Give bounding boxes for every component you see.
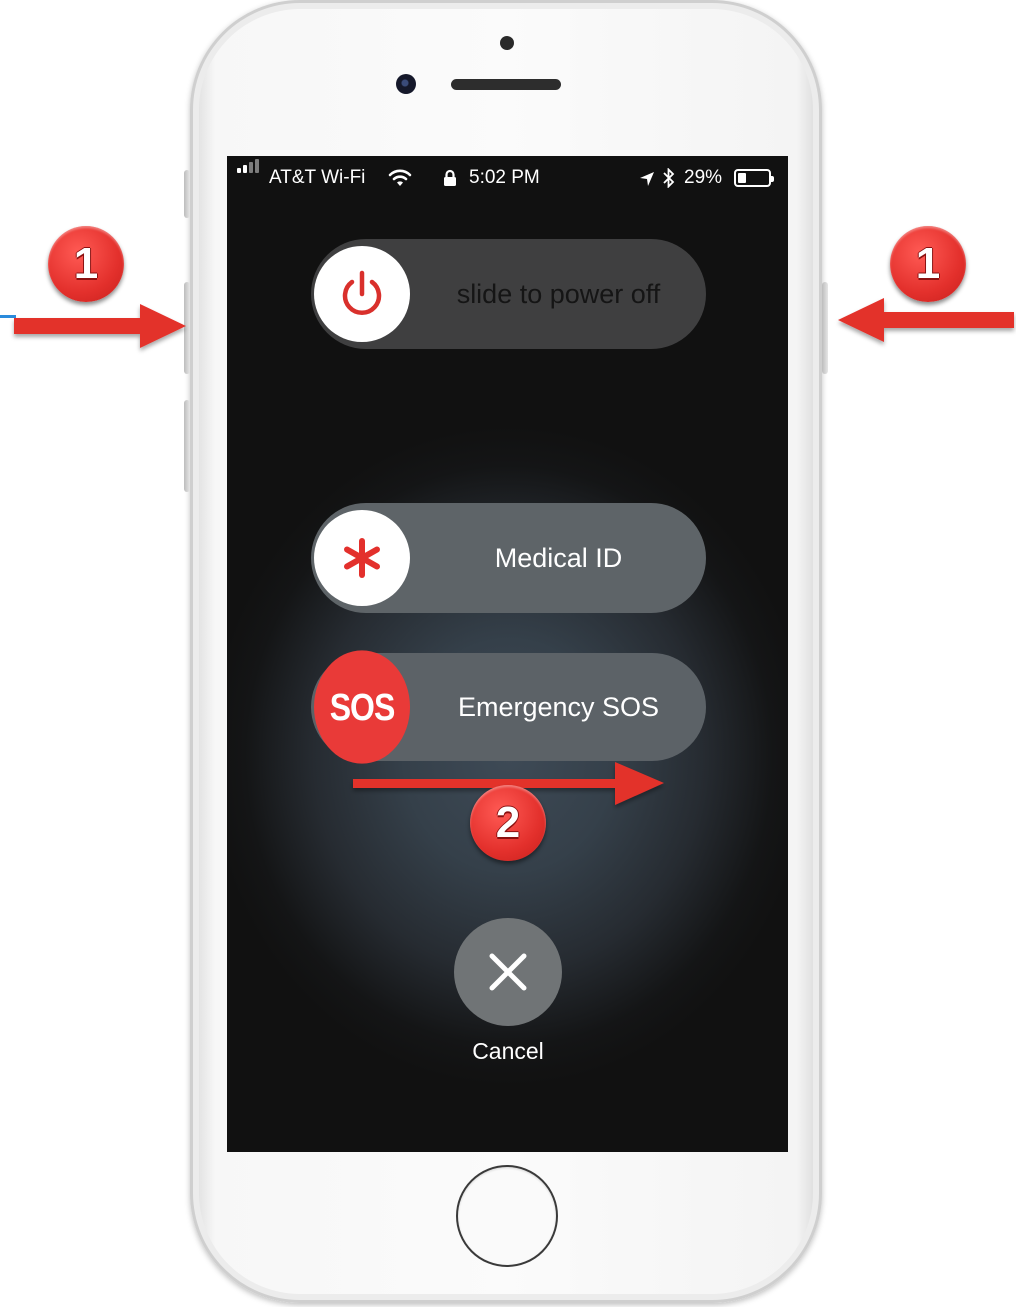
arrow-right-pointing-icon [14, 304, 186, 348]
step-badge-left: 1 [48, 226, 124, 302]
step-badge-slide: 2 [470, 785, 546, 861]
annotation-layer [14, 298, 1014, 805]
step-badge-right: 1 [890, 226, 966, 302]
arrow-left-pointing-icon [838, 298, 1014, 342]
